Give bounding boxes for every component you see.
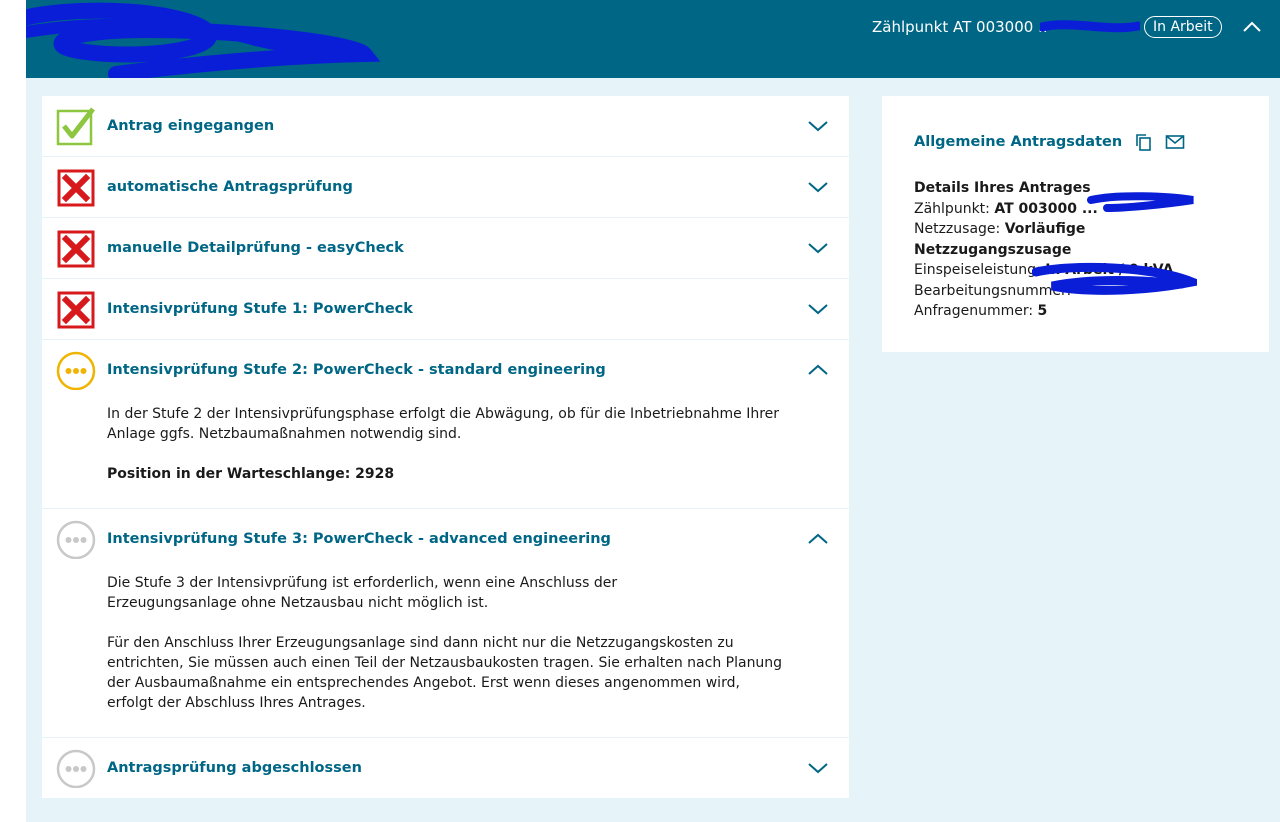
chevron-up-icon (808, 364, 828, 375)
redaction-mark (1087, 192, 1194, 212)
detail-label: Einspeiseleistung: (914, 262, 1046, 278)
chevron-down-icon (808, 182, 828, 193)
step-header[interactable]: Intensivprüfung Stufe 2: PowerCheck - st… (42, 340, 849, 400)
process-steps: Antrag eingegangen automatische Antragsp… (42, 96, 849, 798)
detail-label: Zählpunkt: (914, 200, 995, 217)
detail-anfragenummer: Anfragenummer: 5 (914, 301, 1244, 322)
step-item: Antrag eingegangen (42, 96, 849, 156)
step-title: automatische Antragsprüfung (107, 179, 353, 195)
redaction-mark (1040, 20, 1140, 33)
expand-button[interactable] (804, 175, 832, 199)
step-item: Antragsprüfung abgeschlossen (42, 738, 849, 798)
step-title: Intensivprüfung Stufe 1: PowerCheck (107, 301, 413, 317)
step-header[interactable]: Antragsprüfung abgeschlossen (42, 738, 849, 798)
header-zaehlpunkt: Zählpunkt AT 003000 .. (872, 18, 1048, 36)
step-title: Intensivprüfung Stufe 2: PowerCheck - st… (107, 362, 606, 378)
chevron-up-icon (1243, 21, 1261, 32)
pending-icon (56, 748, 96, 788)
chevron-down-icon (808, 763, 828, 774)
mail-icon (1165, 135, 1185, 149)
chevron-down-icon (808, 121, 828, 132)
chevron-down-icon (808, 304, 828, 315)
detail-label: Netzzusage: (914, 221, 1005, 237)
step-item: manuelle Detailprüfung - easyCheck (42, 218, 849, 278)
detail-label: Anfragenummer: (914, 303, 1038, 319)
chevron-down-icon (808, 243, 828, 254)
status-badge: In Arbeit (1144, 16, 1222, 38)
step-title: Intensivprüfung Stufe 3: PowerCheck - ad… (107, 531, 611, 547)
error-icon (56, 228, 96, 268)
step-title: manuelle Detailprüfung - easyCheck (107, 240, 404, 256)
step-item: automatische Antragsprüfung (42, 157, 849, 217)
step-header[interactable]: Intensivprüfung Stufe 1: PowerCheck (42, 279, 849, 339)
chevron-up-icon (808, 533, 828, 544)
page-header (26, 0, 1280, 78)
step-item: Intensivprüfung Stufe 2: PowerCheck - st… (42, 340, 849, 508)
collapse-button[interactable] (804, 358, 832, 382)
step-description: In der Stufe 2 der Intensivprüfungsphase… (42, 400, 849, 508)
copy-icon (1136, 134, 1151, 151)
redaction-mark (1032, 262, 1197, 295)
application-data-card: Allgemeine Antragsdaten Details Ihres An… (882, 96, 1269, 352)
step-title: Antrag eingegangen (107, 118, 275, 134)
step-description: Die Stufe 3 der Intensivprüfung ist erfo… (42, 569, 849, 737)
check-icon (56, 106, 96, 146)
detail-value: AT 003000 ... (994, 200, 1098, 217)
detail-netzzusage: Netzzusage: Vorläufige Netzzugangszusage (914, 219, 1244, 260)
card-title-row: Allgemeine Antragsdaten (914, 132, 1186, 152)
card-title: Allgemeine Antragsdaten (914, 134, 1123, 150)
redaction-scribble (26, 2, 381, 78)
error-icon (56, 167, 96, 207)
collapse-button[interactable] (804, 527, 832, 551)
expand-button[interactable] (804, 114, 832, 138)
header-collapse-button[interactable] (1238, 15, 1266, 39)
expand-button[interactable] (804, 297, 832, 321)
step-item: Intensivprüfung Stufe 3: PowerCheck - ad… (42, 509, 849, 737)
step-header[interactable]: Antrag eingegangen (42, 96, 849, 156)
step-header[interactable]: automatische Antragsprüfung (42, 157, 849, 217)
step-text: Die Stufe 3 der Intensivprüfung ist erfo… (107, 575, 618, 611)
queue-position: Position in der Warteschlange: 2928 (107, 466, 395, 482)
step-title: Antragsprüfung abgeschlossen (107, 760, 362, 776)
detail-value: 5 (1037, 303, 1048, 319)
expand-button[interactable] (804, 236, 832, 260)
email-button[interactable] (1164, 132, 1186, 152)
step-header[interactable]: Intensivprüfung Stufe 3: PowerCheck - ad… (42, 509, 849, 569)
expand-button[interactable] (804, 756, 832, 780)
step-text: In der Stufe 2 der Intensivprüfungsphase… (107, 406, 780, 442)
pending-icon (56, 519, 96, 559)
step-text: Für den Anschluss Ihrer Erzeugungsanlage… (107, 635, 783, 711)
copy-button[interactable] (1132, 132, 1154, 152)
in-progress-icon (56, 350, 96, 390)
error-icon (56, 289, 96, 329)
step-item: Intensivprüfung Stufe 1: PowerCheck (42, 279, 849, 339)
step-header[interactable]: manuelle Detailprüfung - easyCheck (42, 218, 849, 278)
